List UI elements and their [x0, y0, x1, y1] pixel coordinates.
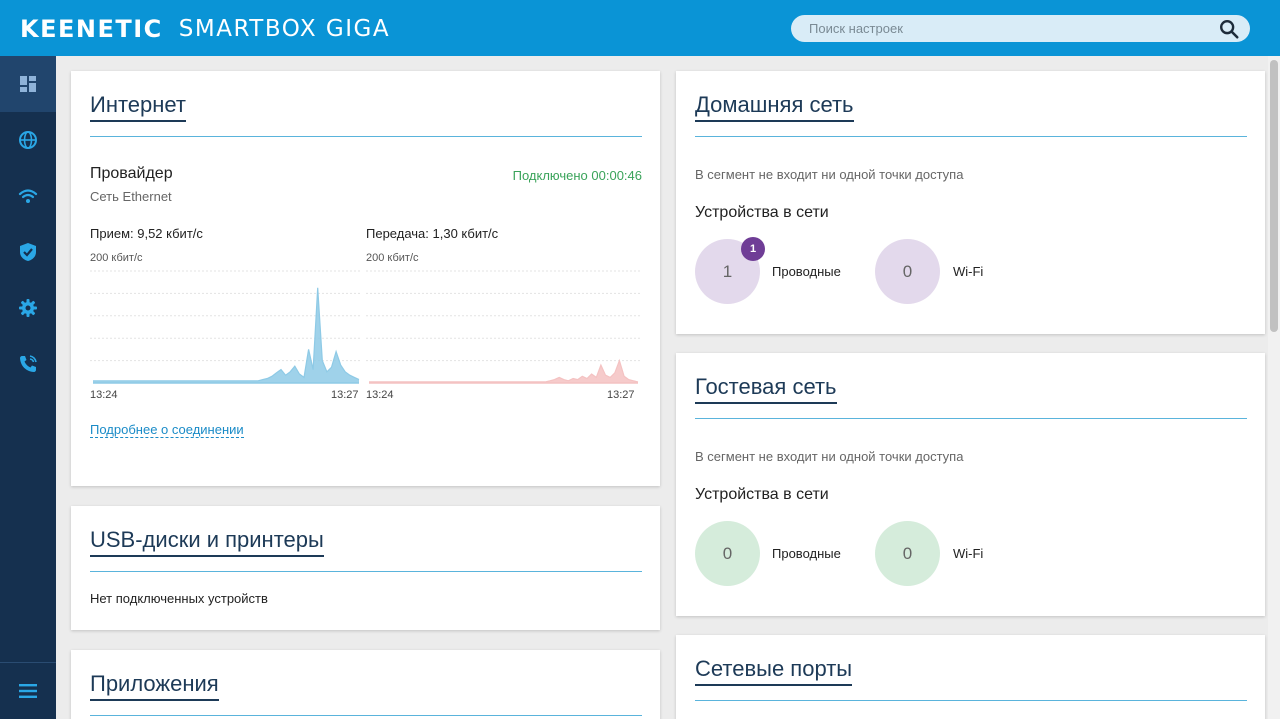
page-scrollbar[interactable]: [1268, 56, 1280, 719]
rx-time-start: 13:24: [90, 389, 118, 401]
rx-traffic-chart: [90, 270, 362, 384]
phone-icon: [20, 355, 37, 372]
wired-devices-count[interactable]: 0: [695, 521, 760, 586]
sidebar: [0, 56, 56, 719]
divider: [695, 418, 1247, 419]
wifi-devices-count[interactable]: 0: [875, 239, 940, 304]
home-network-card-title[interactable]: Домашняя сеть: [695, 92, 854, 122]
sidebar-item-internet[interactable]: [0, 112, 56, 168]
segment-note: В сегмент не входит ни одной точки досту…: [695, 167, 964, 182]
guest-network-card: Гостевая сеть В сегмент не входит ни одн…: [676, 353, 1265, 616]
brand-name: KEENETIC: [20, 15, 163, 43]
connection-details-link[interactable]: Подробнее о соединении: [90, 422, 244, 438]
rx-time-end: 13:27: [331, 389, 359, 401]
gear-icon: [19, 299, 37, 317]
brand-logo[interactable]: KEENETIC SMARTBOX GIGA: [20, 14, 390, 44]
tx-scale: 200 кбит/с: [366, 252, 419, 264]
tx-rate: Передача: 1,30 кбит/с: [366, 226, 499, 241]
device-model: SMARTBOX GIGA: [178, 16, 391, 42]
traffic-area: [369, 360, 638, 383]
hamburger-menu-icon: [19, 684, 37, 698]
tx-time-end: 13:27: [607, 389, 635, 401]
sidebar-item-dashboard[interactable]: [0, 56, 56, 112]
divider: [90, 715, 642, 716]
globe-icon: [19, 131, 37, 149]
search-input[interactable]: [791, 15, 1211, 42]
wired-devices-badge: 1: [741, 237, 765, 261]
wired-devices-label: Проводные: [772, 546, 841, 561]
apps-card: Приложения: [71, 650, 660, 719]
devices-title: Устройства в сети: [695, 204, 829, 221]
divider: [90, 571, 642, 572]
dashboard-icon: [20, 76, 36, 92]
connection-type: Сеть Ethernet: [90, 189, 172, 204]
segment-note: В сегмент не входит ни одной точки досту…: [695, 449, 964, 464]
apps-card-title[interactable]: Приложения: [90, 671, 219, 701]
internet-card-title[interactable]: Интернет: [90, 92, 186, 122]
tx-traffic-chart: [366, 270, 641, 384]
divider: [695, 136, 1247, 137]
top-header: KEENETIC SMARTBOX GIGA: [0, 0, 1280, 56]
network-ports-card-title[interactable]: Сетевые порты: [695, 656, 853, 686]
sidebar-item-security[interactable]: [0, 224, 56, 280]
network-ports-card: Сетевые порты: [676, 635, 1265, 719]
wifi-devices-count[interactable]: 0: [875, 521, 940, 586]
guest-network-card-title[interactable]: Гостевая сеть: [695, 374, 837, 404]
sidebar-menu-toggle[interactable]: [0, 662, 56, 719]
wifi-devices-label: Wi-Fi: [953, 264, 984, 279]
home-network-card: Домашняя сеть В сегмент не входит ни одн…: [676, 71, 1265, 334]
rx-scale: 200 кбит/с: [90, 252, 143, 264]
sidebar-item-wifi[interactable]: [0, 168, 56, 224]
tx-time-start: 13:24: [366, 389, 394, 401]
rx-rate: Прием: 9,52 кбит/с: [90, 226, 203, 241]
wifi-devices-label: Wi-Fi: [953, 546, 984, 561]
usb-card: USB-диски и принтеры Нет подключенных ус…: [71, 506, 660, 630]
shield-icon: [20, 243, 36, 261]
provider-label: Провайдер: [90, 165, 173, 182]
usb-card-title[interactable]: USB-диски и принтеры: [90, 527, 324, 557]
search-icon[interactable]: [1218, 18, 1240, 40]
scrollbar-thumb[interactable]: [1270, 60, 1278, 332]
wired-devices-label: Проводные: [772, 264, 841, 279]
sidebar-item-settings[interactable]: [0, 280, 56, 336]
sidebar-item-telephony[interactable]: [0, 336, 56, 392]
divider: [90, 136, 642, 137]
search-box: [791, 15, 1250, 42]
divider: [695, 700, 1247, 701]
internet-card: Интернет Провайдер Сеть Ethernet Подключ…: [71, 71, 660, 486]
devices-title: Устройства в сети: [695, 486, 829, 503]
connection-status: Подключено 00:00:46: [512, 168, 642, 183]
wifi-icon: [18, 189, 38, 203]
usb-empty-text: Нет подключенных устройств: [90, 591, 268, 606]
